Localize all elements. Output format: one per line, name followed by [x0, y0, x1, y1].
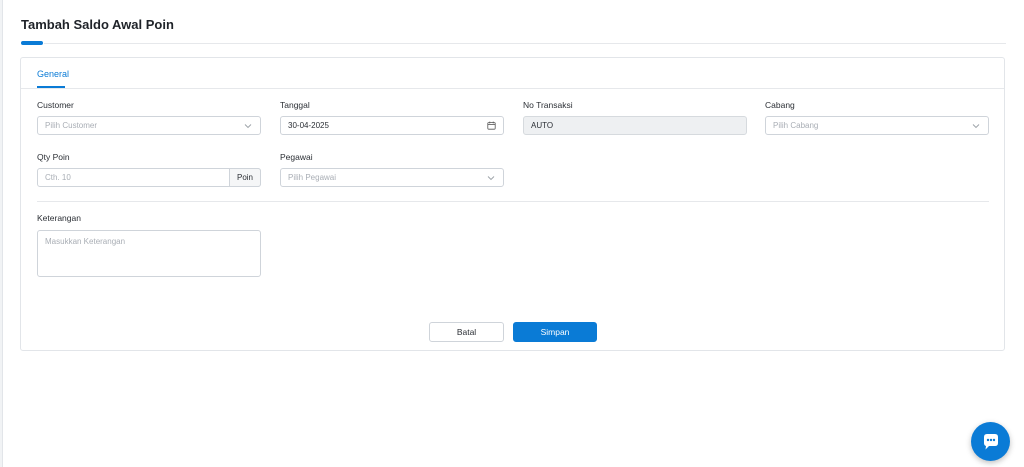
cabang-select[interactable]: Pilih Cabang [765, 116, 989, 135]
keterangan-label: Keterangan [37, 213, 81, 223]
pegawai-select[interactable]: Pilih Pegawai [280, 168, 504, 187]
customer-label: Customer [37, 100, 74, 110]
tanggal-value: 30-04-2025 [288, 121, 329, 130]
qty-poin-input[interactable]: Cth. 10 Poin [37, 168, 261, 187]
no-transaksi-label: No Transaksi [523, 100, 573, 110]
section-divider [37, 201, 989, 202]
qty-poin-label: Qty Poin [37, 152, 70, 162]
tanggal-date-input[interactable]: 30-04-2025 [280, 116, 504, 135]
keterangan-textarea[interactable]: Masukkan Keterangan [37, 230, 261, 277]
pegawai-label: Pegawai [280, 152, 313, 162]
pegawai-placeholder: Pilih Pegawai [288, 173, 337, 182]
chat-button[interactable] [971, 422, 1010, 461]
form-card: General Customer Pilih Customer Tanggal … [20, 57, 1005, 351]
tanggal-label: Tanggal [280, 100, 310, 110]
save-button[interactable]: Simpan [513, 322, 597, 342]
chevron-down-icon [487, 176, 495, 181]
chevron-down-icon [972, 124, 980, 129]
page-title: Tambah Saldo Awal Poin [21, 17, 174, 32]
qty-poin-placeholder: Cth. 10 [45, 173, 71, 182]
tab-general[interactable]: General [37, 69, 69, 79]
qty-poin-addon: Poin [229, 168, 261, 187]
no-transaksi-value: AUTO [531, 121, 554, 130]
title-accent [21, 41, 43, 45]
cancel-button[interactable]: Batal [429, 322, 504, 342]
left-edge [0, 0, 3, 467]
calendar-icon[interactable] [487, 121, 496, 130]
no-transaksi-field: AUTO [523, 116, 747, 135]
customer-placeholder: Pilih Customer [45, 121, 98, 130]
cabang-placeholder: Pilih Cabang [773, 121, 819, 130]
chat-bubble-icon [983, 433, 998, 449]
chevron-down-icon [244, 124, 252, 129]
customer-select[interactable]: Pilih Customer [37, 116, 261, 135]
title-divider [44, 43, 1006, 44]
tab-divider [21, 88, 1004, 89]
cabang-label: Cabang [765, 100, 795, 110]
